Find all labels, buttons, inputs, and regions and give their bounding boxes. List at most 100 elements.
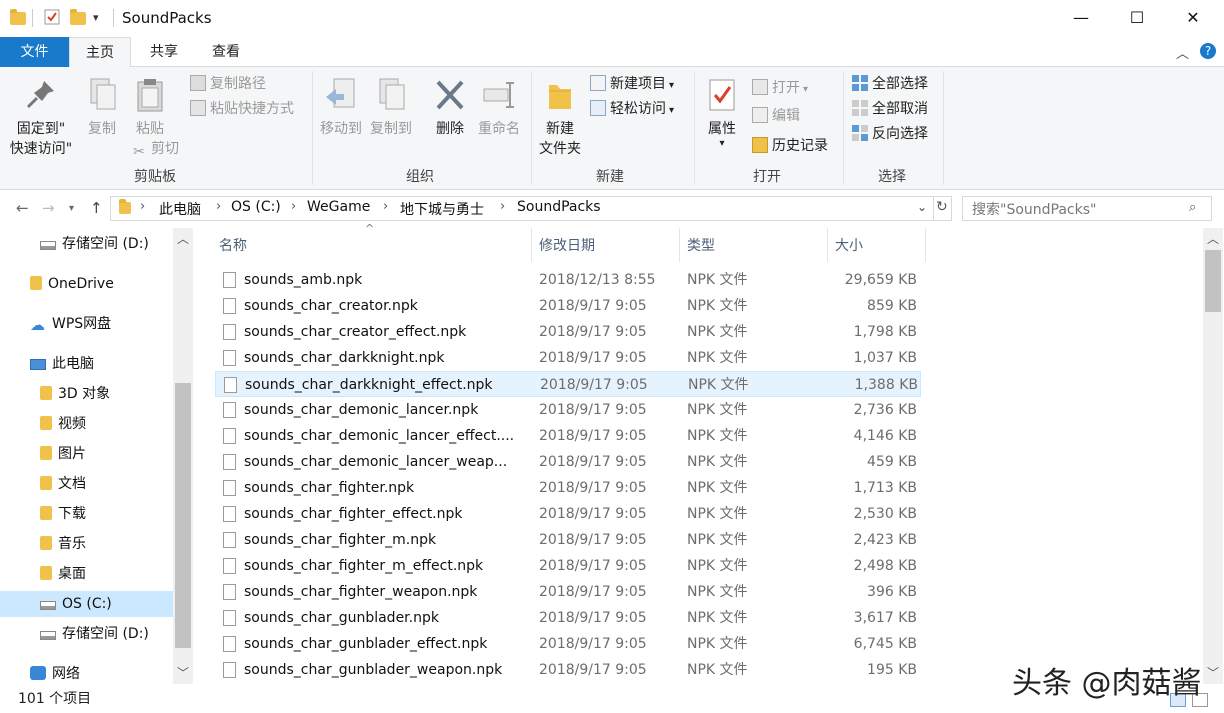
new-item-label: 新建项目 (610, 76, 666, 92)
collapse-ribbon-icon[interactable]: ︿ (1176, 43, 1189, 62)
column-size[interactable]: 大小 (835, 235, 863, 255)
up-arrow-icon[interactable]: ↑ (90, 199, 103, 217)
new-folder-button[interactable]: 新建 文件夹 (534, 73, 586, 159)
column-divider[interactable] (679, 228, 680, 262)
file-row[interactable]: sounds_char_fighter_weapon.npk 2018/9/17 … (215, 579, 921, 605)
copy-path-button[interactable]: 复制路径 (190, 73, 266, 95)
refresh-icon[interactable]: ↻ (936, 199, 948, 215)
copy-to-button[interactable]: 复制到 (366, 73, 416, 139)
column-type[interactable]: 类型 (687, 235, 715, 255)
nav-item[interactable]: 网络 (0, 661, 173, 684)
chevron-right-icon[interactable]: › (140, 199, 145, 214)
history-label: 历史记录 (772, 138, 828, 154)
tab-file[interactable]: 文件 (0, 37, 69, 67)
chevron-right-icon[interactable]: › (500, 199, 505, 214)
address-dropdown-icon[interactable]: ⌄ (917, 200, 927, 214)
file-row[interactable]: sounds_char_creator.npk 2018/9/17 9:05 NPK… (215, 293, 921, 319)
properties-button[interactable]: 属性 ▾ (700, 73, 744, 149)
paste-shortcut-button[interactable]: 粘贴快捷方式 (190, 98, 294, 120)
breadcrumb-os-c[interactable]: OS (C:) (231, 199, 281, 215)
pin-quick-access-button[interactable]: 固定到" 快速访问" (6, 73, 76, 159)
nav-item[interactable]: 存储空间 (D:) (0, 231, 173, 257)
scroll-up-icon[interactable]: ︿ (177, 230, 189, 247)
easy-access-button[interactable]: 轻松访问 ▾ (590, 98, 674, 120)
move-to-button[interactable]: 移动到 (316, 73, 366, 139)
file-row[interactable]: sounds_char_gunblader_effect.npk 2018/9/1… (215, 631, 921, 657)
column-divider[interactable] (531, 228, 532, 262)
chevron-right-icon[interactable]: › (216, 199, 221, 214)
column-date[interactable]: 修改日期 (539, 235, 595, 255)
cut-button[interactable]: ✂ 剪切 (131, 138, 179, 160)
column-divider[interactable] (925, 228, 926, 262)
file-row[interactable]: sounds_char_demonic_lancer_weap... 2018/9… (215, 449, 921, 475)
search-box[interactable]: 搜索"SoundPacks" ⌕ (962, 196, 1212, 221)
nav-item[interactable]: OneDrive (0, 271, 173, 297)
scroll-thumb[interactable] (175, 383, 191, 648)
nav-item[interactable]: 桌面 (0, 561, 173, 587)
file-row[interactable]: sounds_char_creator_effect.npk 2018/9/17 … (215, 319, 921, 345)
maximize-button[interactable]: ☐ (1114, 0, 1160, 36)
nav-item[interactable]: 文档 (0, 471, 173, 497)
new-item-button[interactable]: 新建项目 ▾ (590, 73, 674, 95)
history-button[interactable]: 历史记录 (752, 135, 828, 157)
scroll-up-icon[interactable]: ︿ (1207, 230, 1219, 247)
minimize-button[interactable]: — (1058, 0, 1104, 36)
nav-item[interactable]: 此电脑 (0, 351, 173, 377)
file-row[interactable]: sounds_char_fighter_m_effect.npk 2018/9/1… (215, 553, 921, 579)
file-row[interactable]: sounds_char_gunblader.npk 2018/9/17 9:05 N… (215, 605, 921, 631)
file-row[interactable]: sounds_char_demonic_lancer_effect.... 201… (215, 423, 921, 449)
chevron-right-icon[interactable]: › (383, 199, 388, 214)
recent-locations-chevron-icon[interactable]: ▾ (69, 203, 74, 214)
back-arrow-icon[interactable]: ← (16, 199, 29, 217)
invert-selection-button[interactable]: 反向选择 (852, 123, 928, 145)
delete-button[interactable]: 删除 (428, 73, 472, 139)
edit-button[interactable]: 编辑 (752, 105, 800, 127)
nav-item[interactable]: ☁ WPS网盘 (0, 311, 173, 337)
nav-item[interactable]: 音乐 (0, 531, 173, 557)
file-row[interactable]: sounds_char_fighter.npk 2018/9/17 9:05 NPK… (215, 475, 921, 501)
chevron-right-icon[interactable]: › (291, 199, 296, 214)
file-row[interactable]: sounds_amb.npk 2018/12/13 8:55 NPK 文件 29,65… (215, 267, 921, 293)
paste-button[interactable]: 粘贴 (128, 73, 172, 139)
nav-item[interactable]: OS (C:) (0, 591, 173, 617)
tab-home[interactable]: 主页 (69, 37, 131, 68)
tab-share[interactable]: 共享 (133, 37, 195, 67)
select-all-button[interactable]: 全部选择 (852, 73, 928, 95)
file-row[interactable]: sounds_char_fighter_effect.npk 2018/9/17 … (215, 501, 921, 527)
file-row[interactable]: sounds_char_fighter_m.npk 2018/9/17 9:05 N… (215, 527, 921, 553)
column-divider[interactable] (827, 228, 828, 262)
scroll-down-icon[interactable]: ﹀ (177, 664, 189, 681)
properties-check-icon[interactable] (44, 9, 60, 25)
nav-scrollbar[interactable]: ︿ ﹀ (173, 228, 193, 684)
nav-item[interactable]: 存储空间 (D:) (0, 621, 173, 647)
open-button[interactable]: 打开 ▾ (752, 77, 808, 99)
breadcrumb-this-pc[interactable]: 此电脑 (159, 199, 201, 219)
search-icon[interactable]: ⌕ (1189, 200, 1196, 215)
nav-item[interactable]: 视频 (0, 411, 173, 437)
help-icon[interactable]: ? (1200, 43, 1216, 59)
address-bar[interactable]: › 此电脑 › OS (C:) › WeGame › 地下城与勇士 › Soun… (110, 196, 952, 221)
tab-view[interactable]: 查看 (195, 37, 257, 67)
rename-button[interactable]: 重命名 (474, 73, 524, 139)
nav-item[interactable]: 3D 对象 (0, 381, 173, 407)
customize-toolbar-icon[interactable]: ▾ (93, 11, 109, 27)
breadcrumb-dnf[interactable]: 地下城与勇士 (400, 199, 484, 219)
new-folder-icon[interactable] (70, 9, 86, 25)
file-row[interactable]: sounds_char_gunblader_weapon.npk 2018/9/1… (215, 657, 921, 683)
file-row[interactable]: sounds_char_darkknight.npk 2018/9/17 9:05… (215, 345, 921, 371)
breadcrumb-wegame[interactable]: WeGame (307, 199, 370, 215)
file-row[interactable]: sounds_char_demonic_lancer.npk 2018/9/17 … (215, 397, 921, 423)
select-none-button[interactable]: 全部取消 (852, 98, 928, 120)
file-list-scrollbar[interactable]: ︿ ﹀ (1203, 228, 1223, 684)
scroll-down-icon[interactable]: ﹀ (1207, 664, 1219, 681)
close-button[interactable]: ✕ (1170, 0, 1216, 36)
nav-item[interactable]: 下载 (0, 501, 173, 527)
copy-button[interactable]: 复制 (80, 73, 124, 139)
drive-icon (40, 601, 56, 610)
scroll-thumb[interactable] (1205, 250, 1221, 312)
nav-item[interactable]: 图片 (0, 441, 173, 467)
file-row[interactable]: sounds_char_darkknight_effect.npk 2018/9/… (215, 371, 921, 397)
forward-arrow-icon[interactable]: → (42, 199, 55, 217)
breadcrumb-soundpacks[interactable]: SoundPacks (517, 199, 601, 215)
column-name[interactable]: 名称 (219, 235, 247, 255)
